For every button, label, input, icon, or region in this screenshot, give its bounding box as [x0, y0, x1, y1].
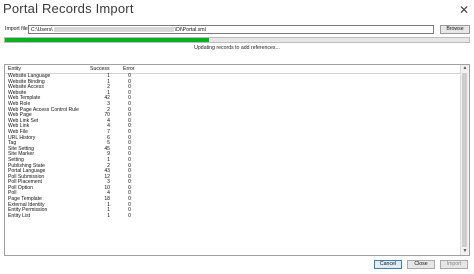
- scrollbar-thumb[interactable]: [462, 73, 467, 247]
- import-file-field[interactable]: C:\Users\ \DI\Portal.xml: [28, 25, 434, 34]
- import-file-value-suffix: \DI\Portal.xml: [174, 27, 206, 33]
- status-text: Updating records to add references...: [194, 45, 280, 51]
- column-header-error[interactable]: Error: [123, 66, 135, 72]
- close-button[interactable]: Close: [407, 260, 435, 269]
- column-header-entity[interactable]: Entity: [8, 66, 21, 72]
- import-file-row: Import file C:\Users\ \DI\Portal.xml Brow…: [4, 25, 470, 36]
- cancel-button[interactable]: Cancel: [374, 260, 402, 269]
- entity-cell: Entity List: [8, 212, 31, 219]
- scroll-up-icon[interactable]: ▲: [461, 65, 469, 72]
- redacted-path-segment: [53, 27, 174, 33]
- grid-header: Entity Success Error: [5, 65, 462, 74]
- import-file-value-prefix: C:\Users\: [31, 27, 53, 33]
- import-progress-bar: [4, 37, 470, 43]
- import-file-label: Import file: [5, 26, 28, 32]
- results-grid[interactable]: Entity Success Error Website Language 1 0 W…: [4, 64, 470, 256]
- table-row[interactable]: Entity List 1 0: [5, 212, 462, 220]
- browse-button[interactable]: Browse: [440, 25, 470, 34]
- vertical-scrollbar[interactable]: ▲ ▼: [460, 65, 469, 255]
- grid-rows: Website Language 1 0 Website Binding 1 0 Websi…: [5, 73, 462, 220]
- import-button[interactable]: Import: [440, 260, 468, 269]
- success-cell: 1: [107, 212, 110, 219]
- window-title: Portal Records Import: [3, 1, 134, 16]
- progress-fill: [5, 38, 210, 42]
- error-cell: 0: [128, 212, 131, 219]
- scroll-down-icon[interactable]: ▼: [461, 248, 469, 255]
- close-icon[interactable]: ✕: [459, 3, 469, 17]
- column-header-success[interactable]: Success: [90, 66, 110, 72]
